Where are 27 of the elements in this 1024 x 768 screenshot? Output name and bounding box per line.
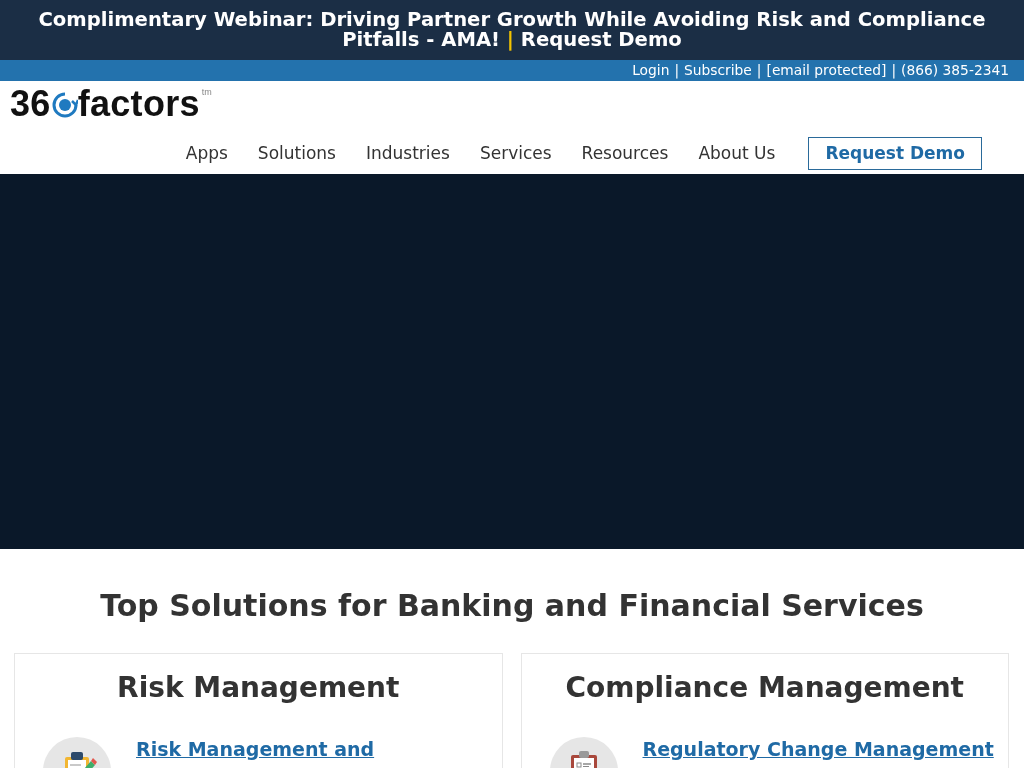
logo-mark-icon: [51, 92, 78, 118]
divider-text: |: [891, 61, 897, 81]
top-bar-link[interactable]: Login: [632, 60, 670, 81]
card-title: Risk Management: [116, 671, 401, 705]
logo-text: factors: [77, 87, 200, 121]
divider-text: |: [674, 61, 680, 81]
trademark-text: tm: [201, 87, 212, 97]
nav-link[interactable]: Services: [479, 140, 552, 167]
divider-text: |: [756, 61, 762, 81]
top-bar-link[interactable]: Subscribe: [684, 60, 752, 81]
top-bar-link[interactable]: (866) 385-2341: [901, 60, 1009, 81]
nav-link[interactable]: Industries: [366, 140, 450, 167]
nav-link[interactable]: Solutions: [257, 140, 336, 167]
nav-link[interactable]: Resources: [581, 140, 669, 167]
promo-text: Complimentary Webinar: Driving Partner Growth While Avoiding Risk and Compliance Pitfalls - AMA! | Request Demo: [37, 10, 987, 50]
solution-link[interactable]: Risk Management and: [136, 737, 375, 761]
clipboard-pencil-icon: [43, 737, 111, 768]
request-demo-button[interactable]: Request Demo: [808, 137, 982, 170]
nav-link[interactable]: About Us: [698, 140, 776, 167]
top-bar-link[interactable]: [email protected]: [766, 60, 887, 81]
logo-text: 36: [10, 87, 51, 121]
card-title: Compliance Management: [564, 671, 965, 705]
section-heading: Top Solutions for Banking and Financial Services: [99, 588, 925, 624]
request-demo-link[interactable]: Request Demo: [520, 28, 682, 51]
solution-link[interactable]: Regulatory Change Management: [642, 737, 994, 761]
nav-link[interactable]: Apps: [185, 140, 228, 167]
clipboard-checklist-icon: [549, 737, 618, 768]
